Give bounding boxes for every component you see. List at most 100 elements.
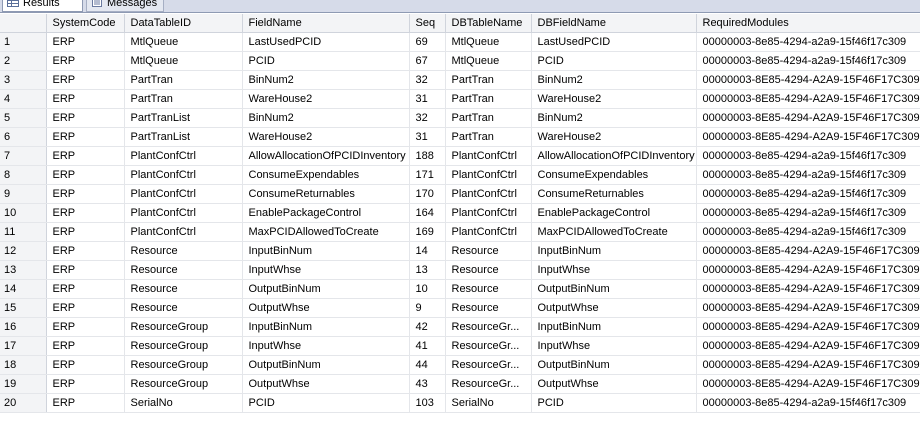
column-header-data-table-id[interactable]: DataTableID <box>124 14 243 33</box>
cell-db-table-name[interactable]: PartTran <box>445 70 532 90</box>
cell-system-code[interactable]: ERP <box>46 32 125 52</box>
cell-db-field-name[interactable]: LastUsedPCID <box>531 32 697 52</box>
cell-data-table-id[interactable]: MtlQueue <box>124 51 243 71</box>
cell-field-name[interactable]: InputBinNum <box>242 241 410 261</box>
cell-db-table-name[interactable]: ResourceGr... <box>445 317 532 337</box>
cell-field-name[interactable]: OutputWhse <box>242 298 410 318</box>
cell-system-code[interactable]: ERP <box>46 393 125 413</box>
cell-required-modules[interactable]: 00000003-8E85-4294-A2A9-15F46F17C309 <box>696 317 920 337</box>
cell-db-table-name[interactable]: PartTran <box>445 127 532 147</box>
cell-field-name[interactable]: ConsumeReturnables <box>242 184 410 204</box>
cell-field-name[interactable]: PCID <box>242 51 410 71</box>
cell-field-name[interactable]: LastUsedPCID <box>242 32 410 52</box>
cell-required-modules[interactable]: 00000003-8e85-4294-a2a9-15f46f17c309 <box>696 146 920 166</box>
cell-data-table-id[interactable]: Resource <box>124 298 243 318</box>
cell-db-table-name[interactable]: ResourceGr... <box>445 355 532 375</box>
cell-seq[interactable]: 69 <box>409 32 446 52</box>
cell-required-modules[interactable]: 00000003-8E85-4294-A2A9-15F46F17C309 <box>696 374 920 394</box>
cell-db-field-name[interactable]: InputWhse <box>531 336 697 356</box>
cell-db-table-name[interactable]: PlantConfCtrl <box>445 165 532 185</box>
cell-required-modules[interactable]: 00000003-8E85-4294-A2A9-15F46F17C309 <box>696 89 920 109</box>
table-row[interactable]: 8 ERP PlantConfCtrl ConsumeExpendables 171 Pl… <box>0 165 920 185</box>
cell-seq[interactable]: 32 <box>409 108 446 128</box>
cell-db-field-name[interactable]: WareHouse2 <box>531 127 697 147</box>
cell-data-table-id[interactable]: PlantConfCtrl <box>124 146 243 166</box>
cell-row-number[interactable]: 7 <box>0 146 47 166</box>
cell-field-name[interactable]: WareHouse2 <box>242 89 410 109</box>
table-row[interactable]: 11 ERP PlantConfCtrl MaxPCIDAllowedToCreate… <box>0 222 920 242</box>
cell-seq[interactable]: 13 <box>409 260 446 280</box>
cell-db-field-name[interactable]: EnablePackageControl <box>531 203 697 223</box>
cell-data-table-id[interactable]: PlantConfCtrl <box>124 203 243 223</box>
cell-required-modules[interactable]: 00000003-8E85-4294-A2A9-15F46F17C309 <box>696 108 920 128</box>
table-row[interactable]: 1 ERP MtlQueue LastUsedPCID 69 MtlQueue LastUs… <box>0 32 920 52</box>
cell-row-number[interactable]: 11 <box>0 222 47 242</box>
cell-db-field-name[interactable]: MaxPCIDAllowedToCreate <box>531 222 697 242</box>
cell-db-field-name[interactable]: BinNum2 <box>531 70 697 90</box>
cell-db-field-name[interactable]: ConsumeExpendables <box>531 165 697 185</box>
cell-row-number[interactable]: 18 <box>0 355 47 375</box>
cell-field-name[interactable]: OutputBinNum <box>242 355 410 375</box>
cell-db-table-name[interactable]: SerialNo <box>445 393 532 413</box>
cell-field-name[interactable]: InputBinNum <box>242 317 410 337</box>
cell-required-modules[interactable]: 00000003-8E85-4294-A2A9-15F46F17C309 <box>696 336 920 356</box>
table-row[interactable]: 4 ERP PartTran WareHouse2 31 PartTran WareHous… <box>0 89 920 109</box>
cell-data-table-id[interactable]: PlantConfCtrl <box>124 184 243 204</box>
cell-db-table-name[interactable]: PlantConfCtrl <box>445 146 532 166</box>
cell-field-name[interactable]: AllowAllocationOfPCIDInventory <box>242 146 410 166</box>
cell-required-modules[interactable]: 00000003-8e85-4294-a2a9-15f46f17c309 <box>696 51 920 71</box>
cell-seq[interactable]: 44 <box>409 355 446 375</box>
table-row[interactable]: 15 ERP Resource OutputWhse 9 Resource OutputWh… <box>0 298 920 318</box>
cell-seq[interactable]: 171 <box>409 165 446 185</box>
tab-results[interactable]: Results <box>2 0 83 12</box>
column-header-field-name[interactable]: FieldName <box>242 14 410 33</box>
cell-row-number[interactable]: 10 <box>0 203 47 223</box>
cell-field-name[interactable]: PCID <box>242 393 410 413</box>
cell-required-modules[interactable]: 00000003-8e85-4294-a2a9-15f46f17c309 <box>696 393 920 413</box>
cell-field-name[interactable]: InputWhse <box>242 336 410 356</box>
cell-system-code[interactable]: ERP <box>46 108 125 128</box>
cell-field-name[interactable]: WareHouse2 <box>242 127 410 147</box>
cell-field-name[interactable]: OutputBinNum <box>242 279 410 299</box>
cell-seq[interactable]: 170 <box>409 184 446 204</box>
cell-data-table-id[interactable]: Resource <box>124 279 243 299</box>
cell-db-field-name[interactable]: WareHouse2 <box>531 89 697 109</box>
cell-db-field-name[interactable]: PCID <box>531 51 697 71</box>
cell-seq[interactable]: 41 <box>409 336 446 356</box>
column-header-db-table-name[interactable]: DBTableName <box>445 14 532 33</box>
cell-db-table-name[interactable]: PlantConfCtrl <box>445 222 532 242</box>
table-row[interactable]: 19 ERP ResourceGroup OutputWhse 43 ResourceGr… <box>0 374 920 394</box>
cell-row-number[interactable]: 17 <box>0 336 47 356</box>
results-grid[interactable]: SystemCode DataTableID FieldName Seq DBTable… <box>0 14 920 433</box>
cell-db-field-name[interactable]: OutputBinNum <box>531 355 697 375</box>
tab-messages[interactable]: Messages <box>86 0 164 12</box>
table-row[interactable]: 3 ERP PartTran BinNum2 32 PartTran BinNum2 0000… <box>0 70 920 90</box>
cell-system-code[interactable]: ERP <box>46 374 125 394</box>
cell-seq[interactable]: 43 <box>409 374 446 394</box>
cell-row-number[interactable]: 9 <box>0 184 47 204</box>
cell-row-number[interactable]: 13 <box>0 260 47 280</box>
cell-row-number[interactable]: 1 <box>0 32 47 52</box>
table-row[interactable]: 18 ERP ResourceGroup OutputBinNum 44 Resource… <box>0 355 920 375</box>
cell-db-table-name[interactable]: Resource <box>445 241 532 261</box>
cell-required-modules[interactable]: 00000003-8E85-4294-A2A9-15F46F17C309 <box>696 298 920 318</box>
cell-system-code[interactable]: ERP <box>46 127 125 147</box>
cell-field-name[interactable]: InputWhse <box>242 260 410 280</box>
cell-seq[interactable]: 169 <box>409 222 446 242</box>
cell-row-number[interactable]: 8 <box>0 165 47 185</box>
cell-row-number[interactable]: 4 <box>0 89 47 109</box>
cell-field-name[interactable]: MaxPCIDAllowedToCreate <box>242 222 410 242</box>
cell-row-number[interactable]: 3 <box>0 70 47 90</box>
cell-seq[interactable]: 188 <box>409 146 446 166</box>
cell-seq[interactable]: 103 <box>409 393 446 413</box>
cell-seq[interactable]: 14 <box>409 241 446 261</box>
cell-db-field-name[interactable]: OutputWhse <box>531 374 697 394</box>
cell-seq[interactable]: 31 <box>409 127 446 147</box>
cell-data-table-id[interactable]: PartTranList <box>124 127 243 147</box>
cell-db-table-name[interactable]: PartTran <box>445 108 532 128</box>
cell-data-table-id[interactable]: SerialNo <box>124 393 243 413</box>
column-header-seq[interactable]: Seq <box>409 14 446 33</box>
cell-required-modules[interactable]: 00000003-8E85-4294-A2A9-15F46F17C309 <box>696 279 920 299</box>
cell-db-field-name[interactable]: OutputWhse <box>531 298 697 318</box>
cell-required-modules[interactable]: 00000003-8E85-4294-A2A9-15F46F17C309 <box>696 260 920 280</box>
